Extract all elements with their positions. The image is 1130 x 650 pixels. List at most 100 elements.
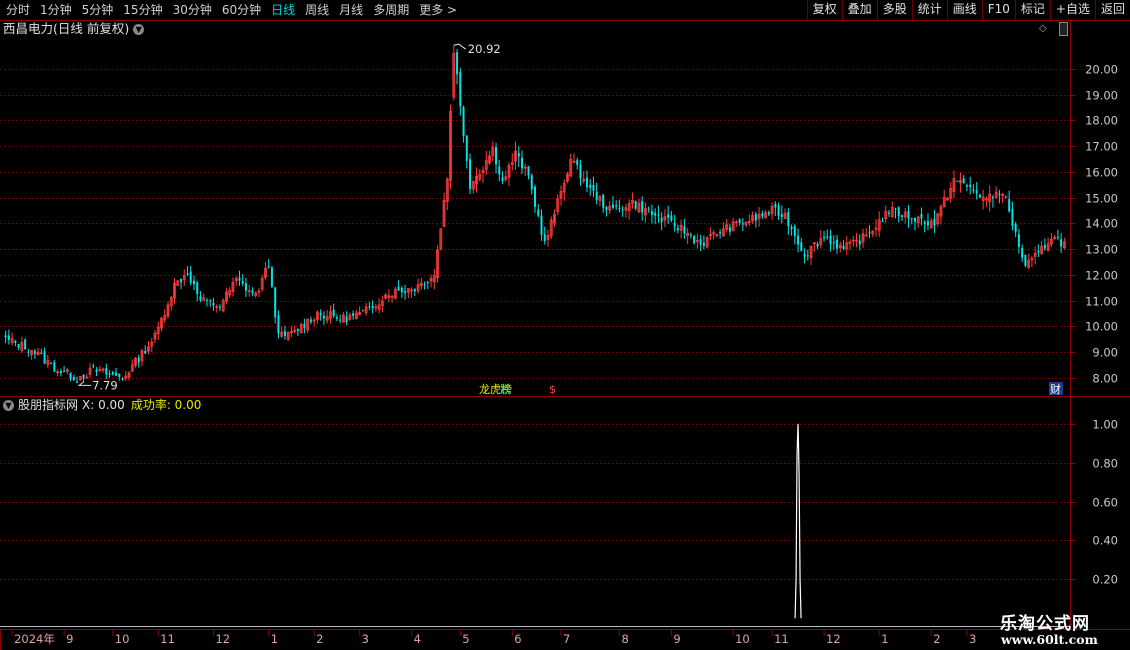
watermark-url: www.60lt.com xyxy=(1001,632,1098,647)
candle-body-down xyxy=(667,214,670,218)
candle-body-down xyxy=(806,255,809,257)
chevron-down-icon[interactable]: ▼ xyxy=(3,400,14,411)
candle-body-down xyxy=(767,212,770,215)
price-tick-label: 9.00 xyxy=(1092,346,1118,360)
candle-body-down xyxy=(332,309,335,317)
time-tick-label: 10 xyxy=(115,632,130,646)
event-marker: 财 xyxy=(1050,382,1061,396)
event-marker: 跌 xyxy=(500,382,511,396)
candle-body-down xyxy=(274,287,277,318)
candle-body-down xyxy=(780,214,783,217)
candle-body-down xyxy=(900,215,903,217)
candle-body-down xyxy=(605,206,608,211)
candle-body-down xyxy=(400,287,403,293)
candle-body-down xyxy=(868,232,871,234)
candle-body-down xyxy=(910,218,913,220)
candle-body-down xyxy=(24,339,27,350)
candle-body-down xyxy=(27,351,30,353)
indicator-tick-label: 0.20 xyxy=(1092,573,1118,587)
candle-body-down xyxy=(1060,239,1063,247)
candle-body-down xyxy=(881,220,884,222)
candle-body-down xyxy=(1043,245,1046,249)
candle-body-down xyxy=(719,232,722,234)
candle-body-down xyxy=(495,147,498,165)
candle-body-down xyxy=(823,237,826,239)
candle-body-down xyxy=(650,211,653,215)
price-tick-label: 16.00 xyxy=(1085,166,1118,180)
candle-body-down xyxy=(676,228,679,231)
candle-body-down xyxy=(800,242,803,251)
candle-body-down xyxy=(832,242,835,244)
kline-chart[interactable]: 8.009.0010.0011.0012.0013.0014.0015.0016… xyxy=(0,0,1130,650)
price-tick-label: 14.00 xyxy=(1085,217,1118,231)
candle-body-down xyxy=(426,282,429,284)
candle-body-down xyxy=(212,302,215,306)
price-tick-label: 12.00 xyxy=(1085,269,1118,283)
indicator-tick-label: 0.80 xyxy=(1092,457,1118,471)
candle-body-down xyxy=(501,177,504,181)
candle-body-down xyxy=(1008,199,1011,212)
indicator-title[interactable]: ▼ 股朋指标网 X: 0.00 成功率: 0.00 xyxy=(3,398,201,413)
candle-body-down xyxy=(1004,196,1007,198)
candle-body-down xyxy=(670,215,673,221)
candle-body-down xyxy=(82,374,85,379)
candle-body-down xyxy=(888,212,890,214)
time-tick-label: 5 xyxy=(462,632,469,646)
candle-body-down xyxy=(251,290,254,294)
candle-body-down xyxy=(1011,208,1014,226)
candle-body-down xyxy=(303,323,306,328)
candle-body-down xyxy=(673,222,676,227)
candle-body-down xyxy=(858,240,861,245)
indicator-tick-label: 0.40 xyxy=(1092,534,1118,548)
candle-body-down xyxy=(69,372,72,380)
candle-body-down xyxy=(115,372,118,376)
price-tick-label: 15.00 xyxy=(1085,192,1118,206)
candle-body-down xyxy=(33,350,36,354)
candle-body-down xyxy=(595,191,598,201)
candle-body-down xyxy=(741,223,744,225)
candle-body-down xyxy=(530,175,533,190)
candle-body-down xyxy=(689,234,692,236)
candle-body-down xyxy=(4,335,7,338)
time-tick-label: 8 xyxy=(621,632,628,646)
candle-body-down xyxy=(76,381,79,383)
candle-body-down xyxy=(244,283,247,291)
time-tick-label: 2024年 xyxy=(14,632,55,646)
candle-body-down xyxy=(683,226,686,234)
candle-body-down xyxy=(1014,224,1017,232)
candle-body-down xyxy=(894,208,897,210)
candle-body-down xyxy=(17,344,20,348)
candle-body-down xyxy=(738,219,741,223)
candle-body-down xyxy=(72,377,75,380)
candle-body-down xyxy=(199,296,202,301)
candle-body-down xyxy=(456,52,459,75)
candle-body-down xyxy=(345,316,348,323)
candle-body-down xyxy=(270,267,273,287)
candle-body-down xyxy=(423,284,426,286)
candle-body-down xyxy=(53,362,56,372)
candle-body-down xyxy=(579,164,582,179)
candle-body-down xyxy=(962,178,965,184)
candle-body-down xyxy=(521,157,524,169)
candle-body-down xyxy=(654,212,657,216)
time-tick-label: 12 xyxy=(215,632,230,646)
candle-body-down xyxy=(283,331,286,337)
candle-body-down xyxy=(585,177,588,188)
time-tick-label: 9 xyxy=(66,632,73,646)
candle-body-down xyxy=(816,244,819,247)
candle-body-down xyxy=(754,214,757,221)
candle-body-down xyxy=(180,278,182,283)
candle-body-down xyxy=(309,319,312,323)
candle-body-down xyxy=(205,300,208,302)
indicator-tick-label: 0.60 xyxy=(1092,496,1118,510)
candle-body-down xyxy=(241,280,244,284)
candle-body-down xyxy=(829,235,832,245)
candle-body-down xyxy=(991,196,994,199)
candle-body-down xyxy=(498,166,501,175)
candle-body-down xyxy=(842,245,845,249)
price-tick-label: 10.00 xyxy=(1085,320,1118,334)
candle-body-down xyxy=(397,286,400,291)
candle-body-down xyxy=(105,367,108,375)
candle-body-down xyxy=(192,280,195,285)
indicator-tick-label: 1.00 xyxy=(1092,418,1118,432)
